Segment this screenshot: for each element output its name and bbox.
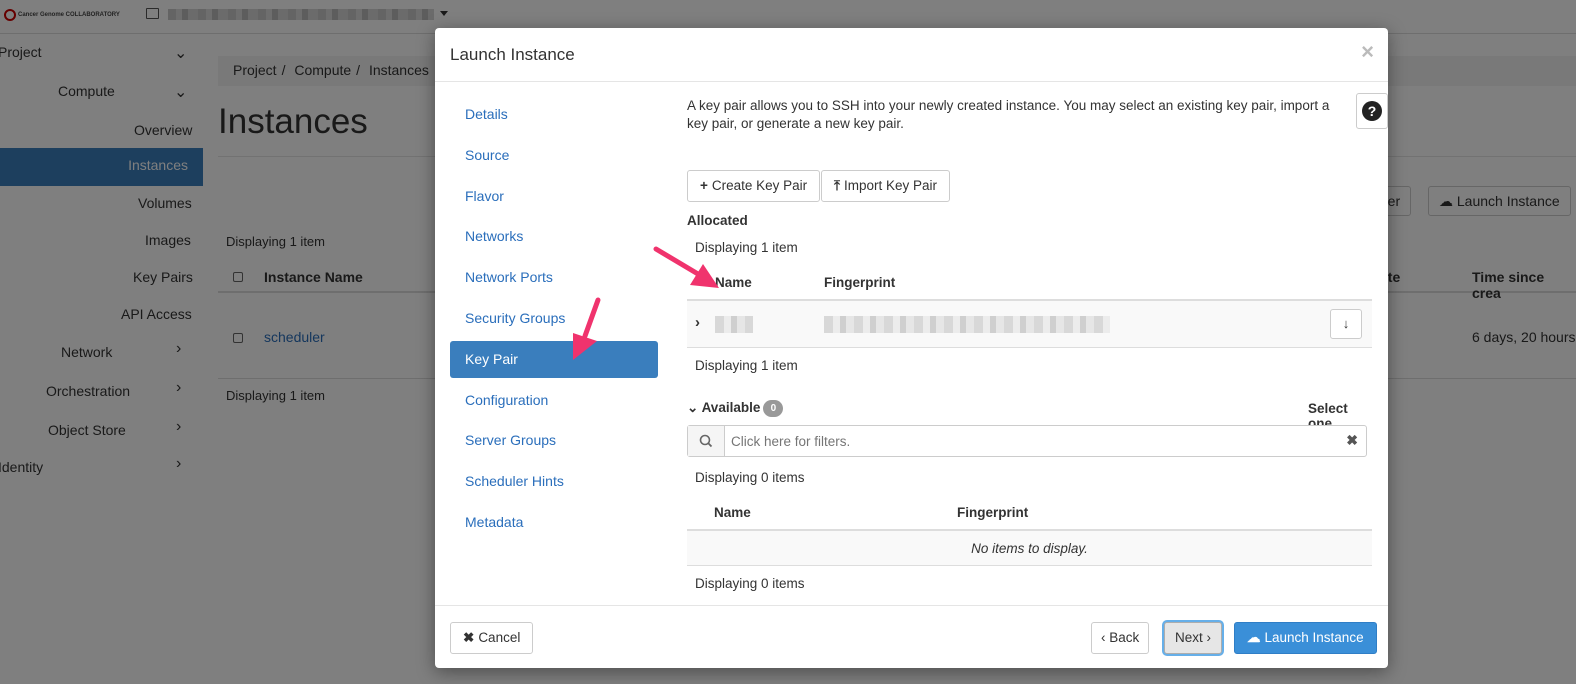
annotation-arrow-icon [573, 297, 601, 360]
annotation-arrows [573, 246, 719, 360]
annotation-arrow-icon [653, 246, 719, 288]
